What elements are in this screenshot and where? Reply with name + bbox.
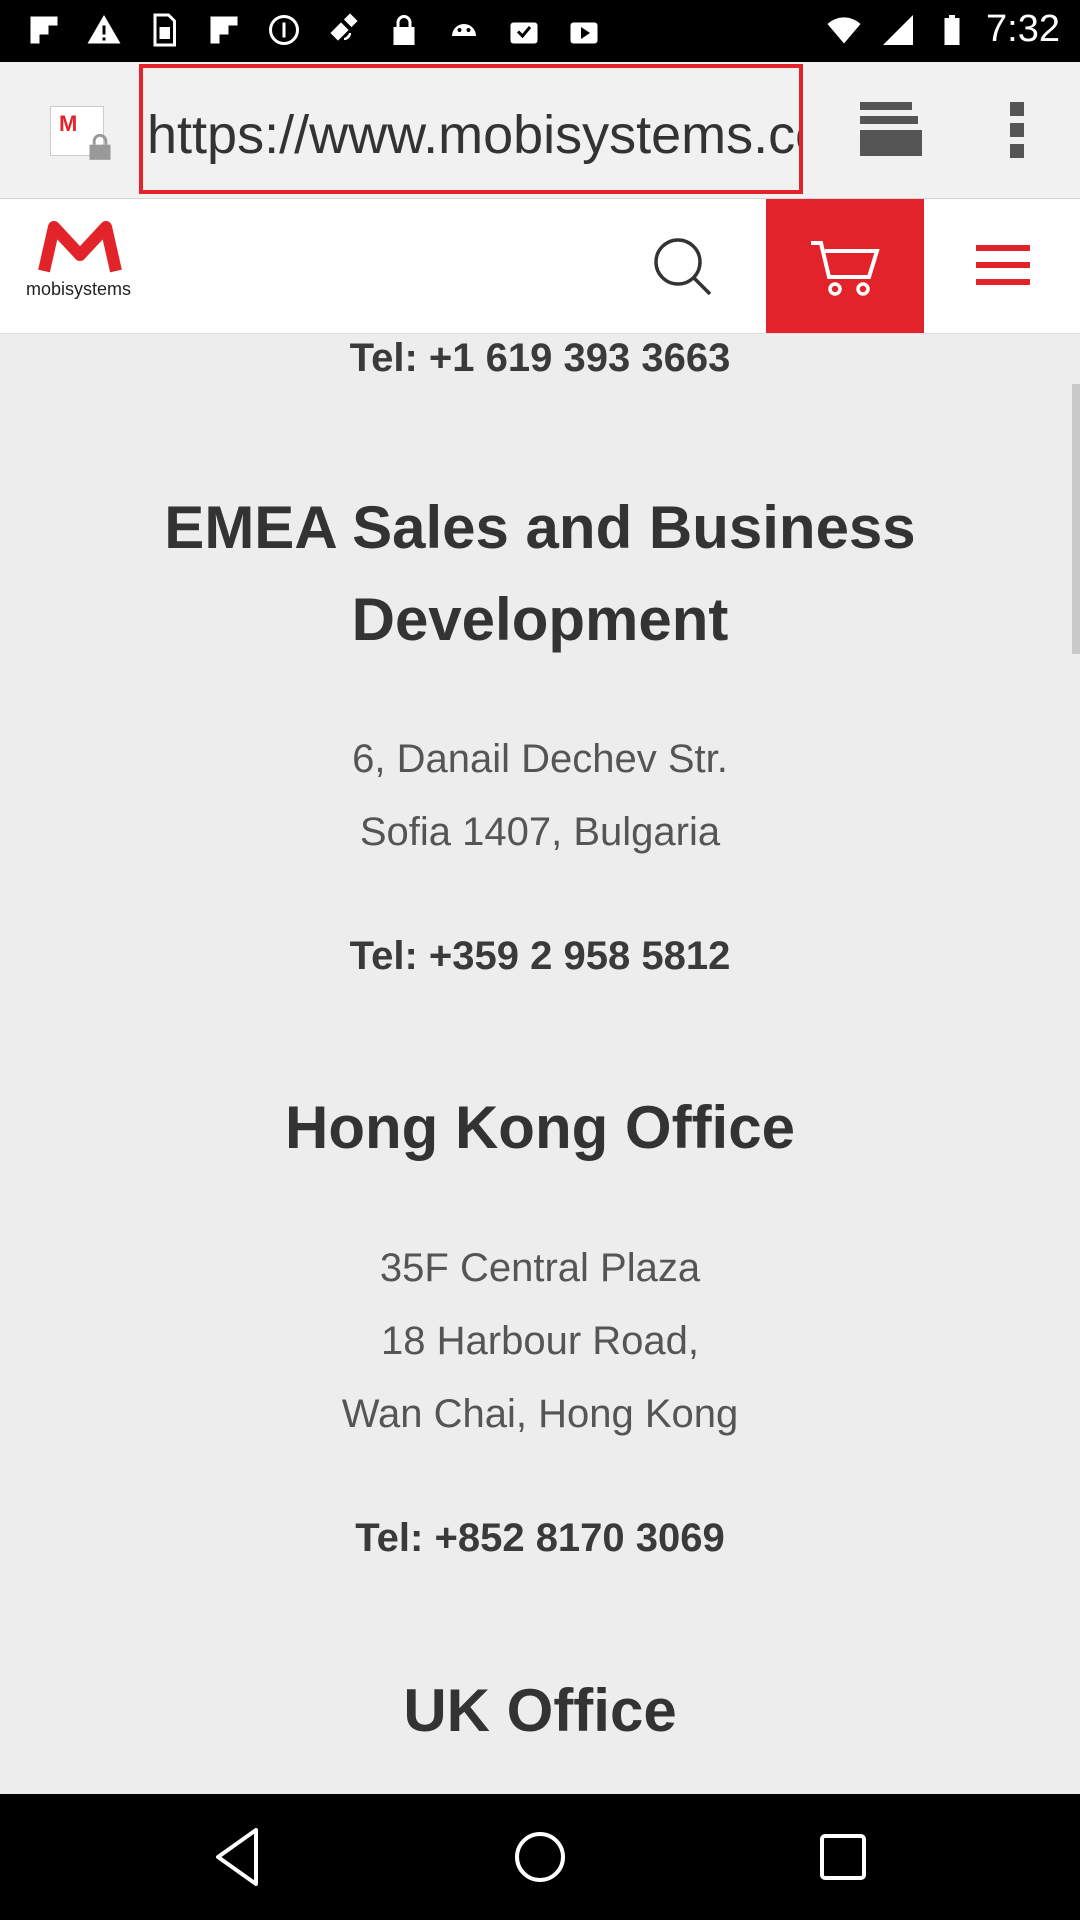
status-bar: 7:32 — [0, 0, 1080, 62]
url-bar[interactable]: https://www.mobisystems.com/contact — [139, 64, 803, 194]
search-icon[interactable] — [650, 234, 714, 298]
site-header: mobisystems — [0, 199, 1080, 334]
us-phone[interactable]: Tel: +1 619 393 3663 — [0, 336, 1080, 381]
emea-heading-line1: EMEA Sales and Business — [164, 494, 916, 561]
flipboard-icon — [24, 10, 64, 50]
logo-mark-icon — [38, 221, 122, 273]
emea-heading-line2: Development — [351, 586, 729, 653]
lock-icon — [89, 133, 111, 160]
uk-heading: UK Office — [403, 1677, 677, 1744]
wifi-icon — [824, 10, 864, 50]
help-icon — [264, 10, 304, 50]
hong-kong-address-line3: Wan Chai, Hong Kong — [341, 1392, 739, 1436]
hong-kong-heading: Hong Kong Office — [285, 1094, 795, 1161]
overflow-menu-icon[interactable] — [1000, 100, 1036, 160]
recents-icon[interactable] — [810, 1824, 876, 1890]
battery-icon — [932, 10, 972, 50]
site-security-indicator[interactable]: M — [50, 106, 111, 160]
emea-address-line2: Sofia 1407, Bulgaria — [359, 810, 721, 854]
hong-kong-phone[interactable]: Tel: +852 8170 3069 — [0, 1516, 1080, 1561]
mobisystems-logo[interactable]: mobisystems — [26, 221, 150, 321]
hong-kong-address-line1: 35F Central Plaza — [379, 1246, 701, 1290]
hamburger-menu-icon[interactable] — [974, 243, 1032, 287]
clock: 7:32 — [986, 8, 1060, 50]
hong-kong-address-line2: 18 Harbour Road, — [381, 1319, 699, 1363]
play-store-icon — [564, 10, 604, 50]
sim-icon — [144, 10, 184, 50]
tabs-icon[interactable] — [858, 100, 924, 160]
clipboard-check-icon — [504, 10, 544, 50]
navigation-bar — [0, 1794, 1080, 1920]
lock-icon — [384, 10, 424, 50]
browser-toolbar: M https://www.mobisystems.com/contact — [0, 62, 1080, 199]
notification-icons — [24, 10, 604, 50]
logo-text: mobisystems — [26, 279, 132, 299]
satellite-icon — [324, 10, 364, 50]
warning-icon — [84, 10, 124, 50]
system-status: 7:32 — [824, 8, 1060, 51]
flipboard-icon — [204, 10, 244, 50]
emea-phone[interactable]: Tel: +359 2 958 5812 — [0, 934, 1080, 979]
page-content: Tel: +1 619 393 3663 EMEA Sales and Busi… — [0, 334, 1080, 1794]
back-icon[interactable] — [206, 1824, 272, 1890]
url-text: https://www.mobisystems.com/contact — [147, 105, 803, 165]
emea-address-line1: 6, Danail Dechev Str. — [352, 737, 728, 781]
mobisystems-favicon: M — [59, 111, 78, 136]
home-icon[interactable] — [507, 1824, 573, 1890]
android-icon — [444, 10, 484, 50]
cart-button[interactable] — [766, 199, 924, 333]
signal-icon — [878, 10, 918, 50]
cart-icon — [811, 241, 880, 296]
